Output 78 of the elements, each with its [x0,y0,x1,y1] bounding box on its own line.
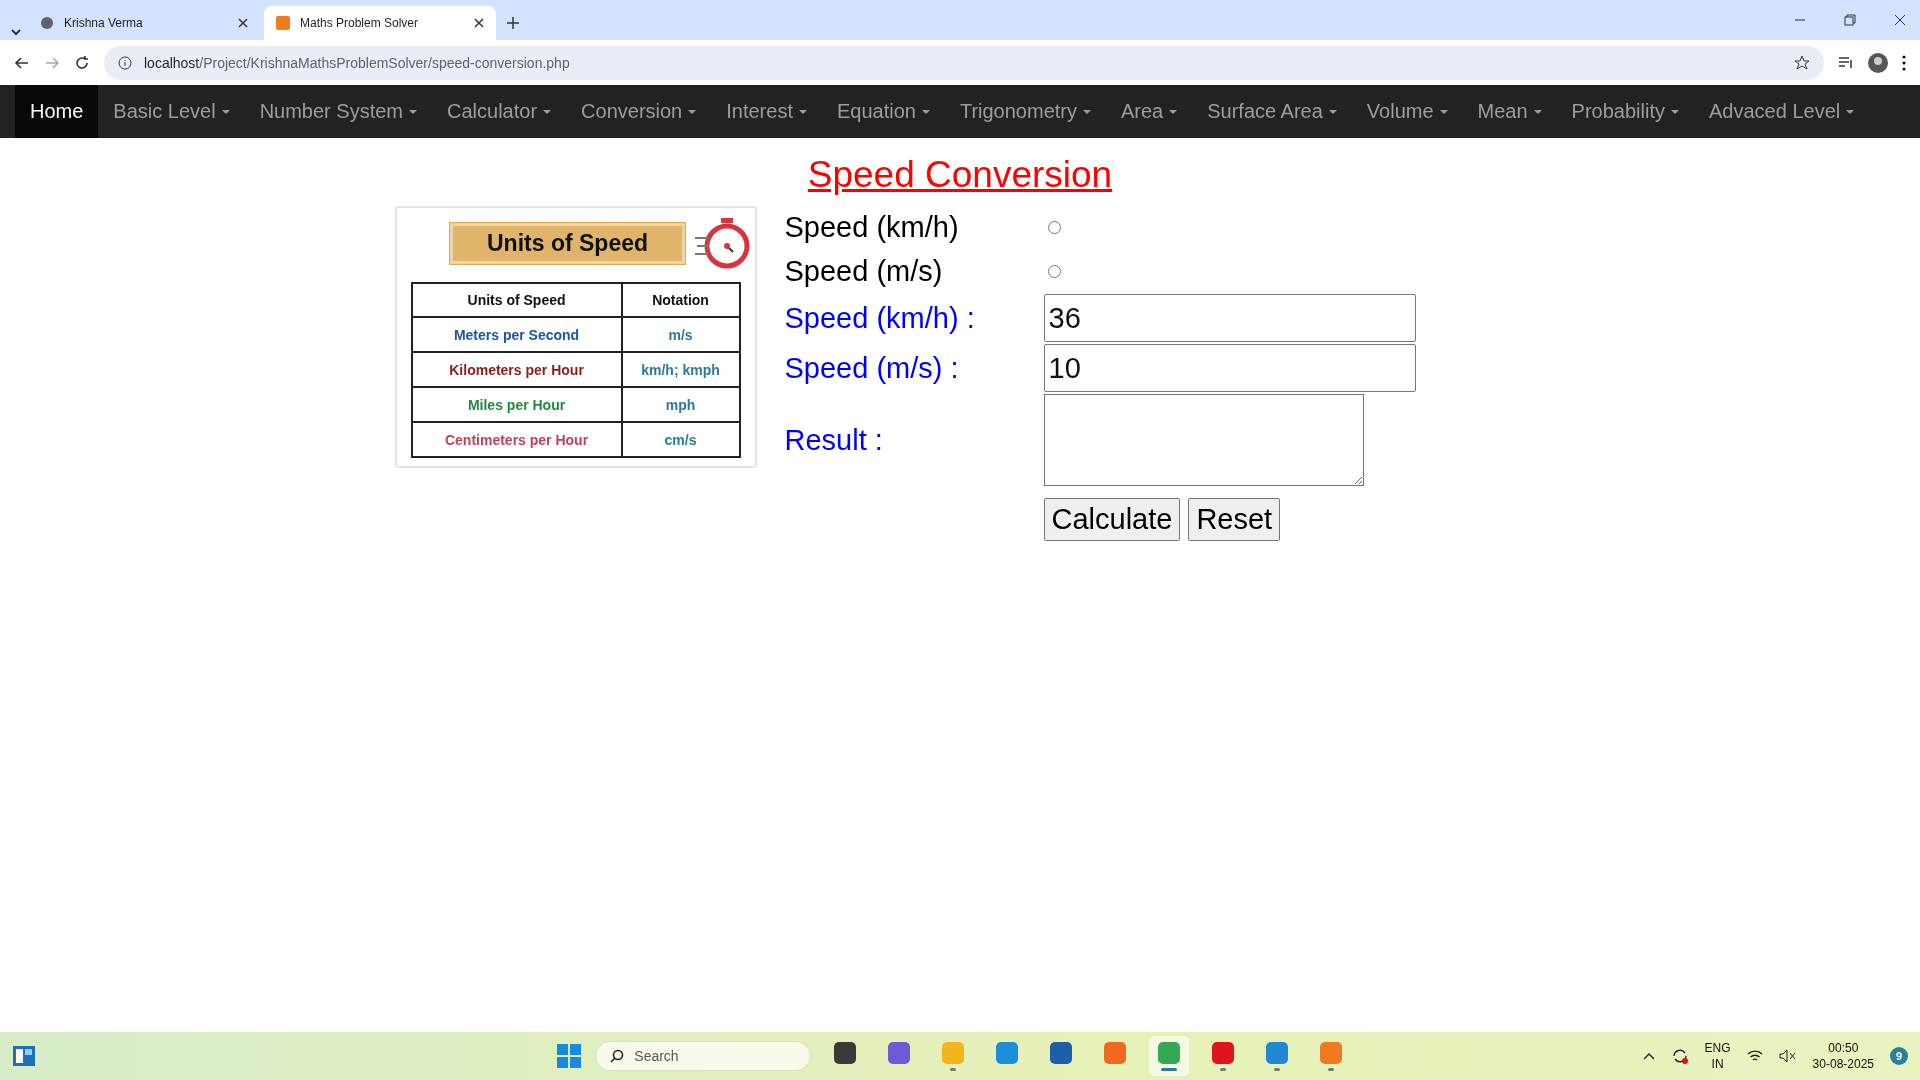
restore-icon[interactable] [1844,14,1856,26]
input-field[interactable]: 10 [1043,344,1416,392]
stopwatch-icon [693,216,751,270]
nav-item[interactable]: Interest [711,85,822,138]
table-cell: Miles per Hour [411,387,622,422]
menu-icon[interactable] [1902,54,1906,71]
notification-badge[interactable]: 9 [1890,1047,1908,1065]
page-title: Speed Conversion [807,154,1113,196]
browser-tab[interactable]: Maths Problem Solver [264,6,496,40]
avatar-icon[interactable] [1868,52,1888,73]
clock-time[interactable]: 00:50 [1828,1040,1859,1056]
search-field[interactable]: Search [595,1041,812,1071]
taskbar-app[interactable] [1149,1036,1190,1076]
input-field[interactable]: 36 [1043,294,1416,342]
address-bar[interactable]: localhost/Project/KrishnaMathsProblemSolver/speed-conversion.php [104,45,1824,80]
star-icon[interactable] [1794,54,1810,71]
column-header: Notation [621,283,740,317]
tab-title: Maths Problem Solver [300,16,420,30]
url-text: localhost/Project/KrishnaMathsProblemSolver/speed-conversion.php [144,54,571,71]
nav-item[interactable]: Trigonometry [944,85,1106,138]
nav-item[interactable]: Area [1106,85,1193,138]
close-icon[interactable] [1894,14,1906,26]
option-label: Speed (m/s) [784,253,944,289]
nav-item[interactable]: Conversion [566,85,712,138]
browser-tab[interactable]: Krishna Verma [28,6,260,40]
radio-button[interactable] [1047,220,1061,234]
table-cell: Kilometers per Hour [411,352,622,387]
table-cell: Meters per Second [411,317,622,352]
running-indicator [1161,1067,1178,1071]
back-icon[interactable] [14,54,30,71]
nav-item[interactable]: Volume [1351,85,1463,138]
info-icon[interactable] [118,55,132,70]
sync-icon[interactable] [1670,1047,1689,1065]
table-cell: m/s [621,317,740,352]
widgets-icon[interactable] [12,1045,36,1067]
nav-item[interactable]: Mean [1462,85,1557,138]
card-heading: Units of Speed [450,222,685,264]
running-indicator [950,1067,957,1071]
close-icon[interactable] [474,18,484,28]
close-icon[interactable] [238,18,248,28]
running-indicator [1274,1067,1281,1071]
table-cell: cm/s [621,422,740,457]
table-cell: km/h; kmph [621,352,740,387]
table-cell: Centimeters per Hour [411,422,622,457]
nav-item[interactable]: Number System [244,85,432,138]
nav-item[interactable]: Equation [821,85,945,138]
option-label: Speed (km/h) [784,209,960,245]
site-icon [276,16,290,30]
search-placeholder: Search [634,1048,679,1064]
muted-speaker-icon[interactable] [1778,1049,1797,1063]
tab-title: Krishna Verma [64,16,144,30]
radio-button[interactable] [1047,264,1061,278]
field-label: Speed (km/h) : [784,301,976,335]
running-indicator [1220,1067,1227,1071]
field-label: Result : [784,423,884,457]
nav-item[interactable]: Surface Area [1192,85,1352,138]
wifi-icon[interactable] [1746,1049,1763,1063]
reload-icon[interactable] [74,54,90,71]
running-indicator [1328,1067,1335,1071]
search-icon [610,1049,625,1063]
nav-item[interactable]: Advaced Level [1694,85,1870,138]
nav-item[interactable]: Basic Level [98,85,245,138]
chevron-up-icon[interactable] [1642,1052,1655,1060]
language-text[interactable]: ENG [1704,1040,1731,1056]
result-field[interactable] [1043,394,1364,486]
calculate-button[interactable]: Calculate [1043,498,1181,541]
reset-button[interactable]: Reset [1188,498,1281,541]
start-icon[interactable] [557,1044,582,1068]
nav-item[interactable]: Calculator [432,85,567,138]
new-tab-icon[interactable] [506,16,520,30]
nav-item[interactable]: Home [15,85,99,138]
media-icon[interactable] [1838,54,1854,71]
nav-item[interactable]: Probability [1556,85,1694,138]
clock-date[interactable]: 30-08-2025 [1812,1056,1874,1072]
column-header: Units of Speed [411,283,622,317]
region-text[interactable]: IN [1711,1056,1724,1072]
field-label: Speed (m/s) : [784,351,960,385]
table-cell: mph [621,387,740,422]
